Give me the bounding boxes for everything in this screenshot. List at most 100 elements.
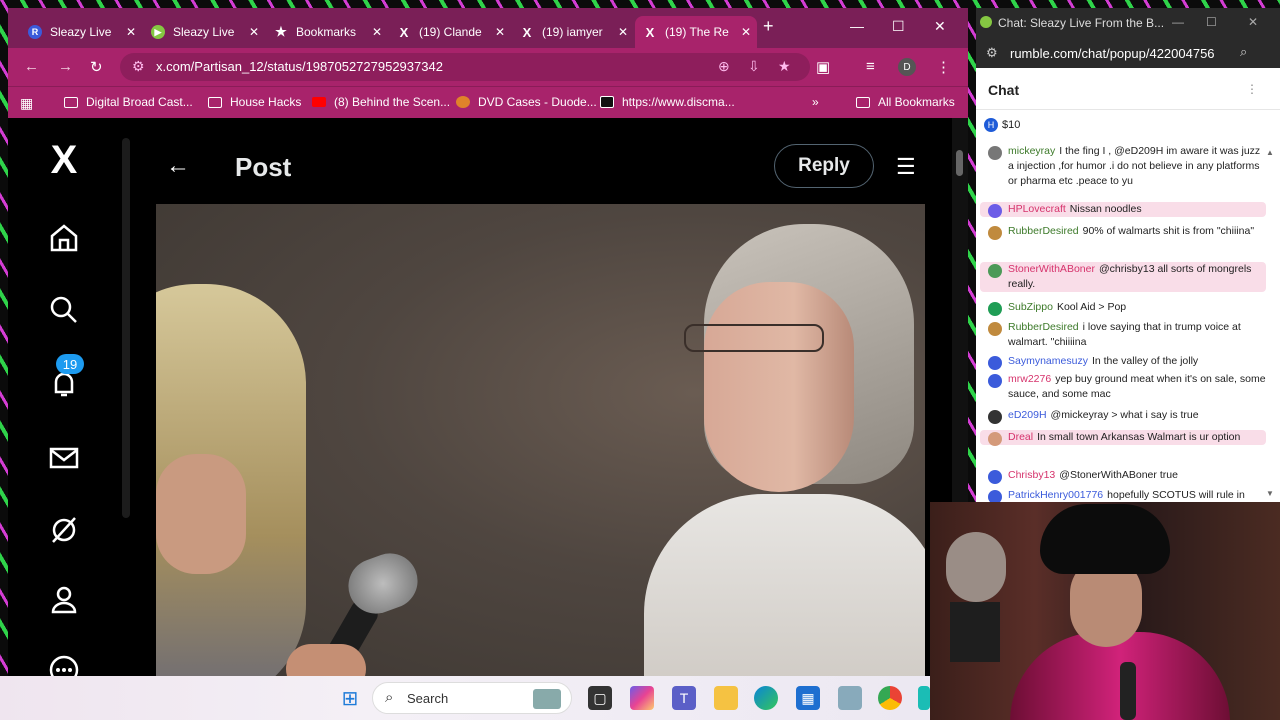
apps-grid-icon[interactable]: ▦ (20, 95, 33, 112)
search-icon[interactable] (44, 290, 84, 330)
bookmark-link[interactable]: DVD Cases - Duode... (456, 95, 597, 109)
home-icon[interactable] (44, 218, 84, 258)
tab-5-active[interactable]: X (19) The Re ✕ (635, 16, 757, 48)
user-avatar[interactable] (988, 322, 1002, 336)
user-avatar[interactable] (988, 470, 1002, 484)
back-arrow-icon[interactable]: ← (166, 152, 190, 180)
rant-badge[interactable]: H $10 (984, 118, 1020, 132)
app-icon-partial[interactable] (918, 686, 930, 710)
chat-username[interactable]: SubZippo (1008, 301, 1053, 313)
minimize-icon[interactable]: — (850, 18, 864, 34)
app-icon[interactable] (838, 686, 862, 710)
chat-menu-icon[interactable]: ⋮ (1246, 82, 1258, 96)
forward-arrow-icon[interactable]: → (58, 58, 73, 75)
user-avatar[interactable] (988, 264, 1002, 278)
x-logo-icon[interactable]: X (44, 138, 84, 182)
chat-username[interactable]: StonerWithABoner (1008, 263, 1095, 275)
bookmark-link[interactable]: (8) Behind the Scen... (312, 95, 450, 109)
chat-username[interactable]: HPLovecraft (1008, 203, 1066, 215)
tab-4[interactable]: X (19) iamyer ✕ (512, 16, 634, 48)
sidebar-scrollbar[interactable] (122, 138, 130, 518)
bookmark-star-icon[interactable]: ★ (778, 58, 791, 75)
close-tab-icon[interactable]: ✕ (372, 25, 382, 39)
bookmark-folder[interactable]: House Hacks (208, 95, 301, 109)
address-bar[interactable]: ⚙ x.com/Partisan_12/status/1987052727952… (120, 53, 810, 81)
maximize-icon[interactable]: ☐ (1206, 15, 1217, 29)
discmakers-icon (600, 96, 614, 108)
chat-url[interactable]: rumble.com/chat/popup/422004756 (1010, 46, 1215, 61)
taskbar-search-box[interactable]: ⌕ Search (372, 682, 572, 714)
url-text[interactable]: x.com/Partisan_12/status/198705272795293… (156, 59, 443, 74)
file-explorer-icon[interactable] (714, 686, 738, 710)
tab-2[interactable]: ★ Bookmarks ✕ (266, 16, 388, 48)
site-info-icon[interactable]: ⚙ (132, 58, 145, 75)
minimize-icon[interactable]: — (1172, 15, 1184, 29)
user-avatar[interactable] (988, 410, 1002, 424)
chat-username[interactable]: mrw2276 (1008, 373, 1051, 385)
site-settings-icon[interactable]: ⚙ (986, 45, 998, 61)
tab-3[interactable]: X (19) Clande ✕ (389, 16, 511, 48)
back-arrow-icon[interactable]: ← (24, 58, 39, 75)
chat-username[interactable]: Saymynamesuzy (1008, 355, 1088, 367)
chat-username[interactable]: Chrisby13 (1008, 469, 1055, 481)
media-controls-icon[interactable]: ≡ (866, 58, 875, 75)
chat-username[interactable]: Dreal (1008, 431, 1033, 443)
user-avatar[interactable] (988, 146, 1002, 160)
more-options-icon[interactable] (44, 650, 84, 676)
chat-scrollbar[interactable]: ▲ ▼ (1266, 148, 1276, 498)
user-avatar[interactable] (988, 374, 1002, 388)
more-bookmarks-chevron[interactable]: » (812, 95, 819, 109)
profile-avatar[interactable]: D (898, 58, 916, 76)
close-tab-icon[interactable]: ✕ (249, 25, 259, 39)
close-tab-icon[interactable]: ✕ (618, 25, 628, 39)
user-avatar[interactable] (988, 226, 1002, 240)
grok-icon[interactable] (44, 510, 84, 550)
user-avatar[interactable] (988, 432, 1002, 446)
close-tab-icon[interactable]: ✕ (126, 25, 136, 39)
zoom-icon[interactable]: ⊕ (718, 58, 730, 75)
chat-username[interactable]: RubberDesired (1008, 225, 1079, 237)
windows-start-icon[interactable]: ⊞ (338, 686, 362, 710)
tab-0[interactable]: R Sleazy Live ✕ (20, 16, 142, 48)
copilot-icon[interactable] (630, 686, 654, 710)
chat-username[interactable]: PatrickHenry001776 (1008, 489, 1103, 501)
sliders-settings-icon[interactable]: ☰ (896, 154, 916, 180)
user-avatar[interactable] (988, 356, 1002, 370)
all-bookmarks-folder[interactable]: All Bookmarks (856, 95, 955, 109)
microsoft-store-icon[interactable]: ▦ (796, 686, 820, 710)
user-avatar[interactable] (988, 204, 1002, 218)
video-player[interactable] (156, 204, 925, 676)
profile-person-icon[interactable] (44, 580, 84, 620)
close-tab-icon[interactable]: ✕ (495, 25, 505, 39)
scroll-down-icon[interactable]: ▼ (1266, 489, 1274, 498)
close-tab-icon[interactable]: ✕ (741, 25, 751, 39)
scroll-thumb[interactable] (956, 150, 963, 176)
chrome-icon[interactable] (878, 686, 902, 710)
bookmark-link[interactable]: https://www.discma... (600, 95, 735, 109)
chat-username[interactable]: RubberDesired (1008, 321, 1079, 333)
reply-button[interactable]: Reply (774, 144, 874, 188)
close-window-icon[interactable]: ✕ (1248, 15, 1258, 29)
edge-browser-icon[interactable] (754, 686, 778, 710)
chat-username[interactable]: eD209H (1008, 409, 1047, 421)
maximize-icon[interactable]: ☐ (892, 18, 905, 35)
teams-icon[interactable]: T (672, 686, 696, 710)
user-avatar[interactable] (988, 302, 1002, 316)
menu-kebab-icon[interactable]: ⋮ (936, 58, 951, 76)
tab-search-icon[interactable]: ▣ (816, 58, 830, 76)
notification-count-badge: 19 (56, 354, 84, 374)
new-tab-icon[interactable]: + (763, 16, 774, 37)
close-window-icon[interactable]: ✕ (934, 18, 946, 35)
chat-username[interactable]: mickeyray (1008, 145, 1055, 157)
zoom-icon[interactable]: ⌕ (1240, 44, 1247, 60)
bookmark-folder[interactable]: Digital Broad Cast... (64, 95, 193, 109)
messages-mail-icon[interactable] (44, 438, 84, 478)
tab-1[interactable]: ▶ Sleazy Live ✕ (143, 16, 265, 48)
windows-taskbar: ⊞ ⌕ Search ▢ T ▦ (0, 676, 930, 720)
install-app-icon[interactable]: ⇩ (748, 58, 760, 75)
task-view-icon[interactable]: ▢ (588, 686, 612, 710)
scroll-up-icon[interactable]: ▲ (1266, 148, 1274, 157)
user-avatar[interactable] (988, 490, 1002, 502)
reload-icon[interactable]: ↻ (90, 58, 103, 76)
rumble-play-icon: ▶ (151, 25, 165, 39)
